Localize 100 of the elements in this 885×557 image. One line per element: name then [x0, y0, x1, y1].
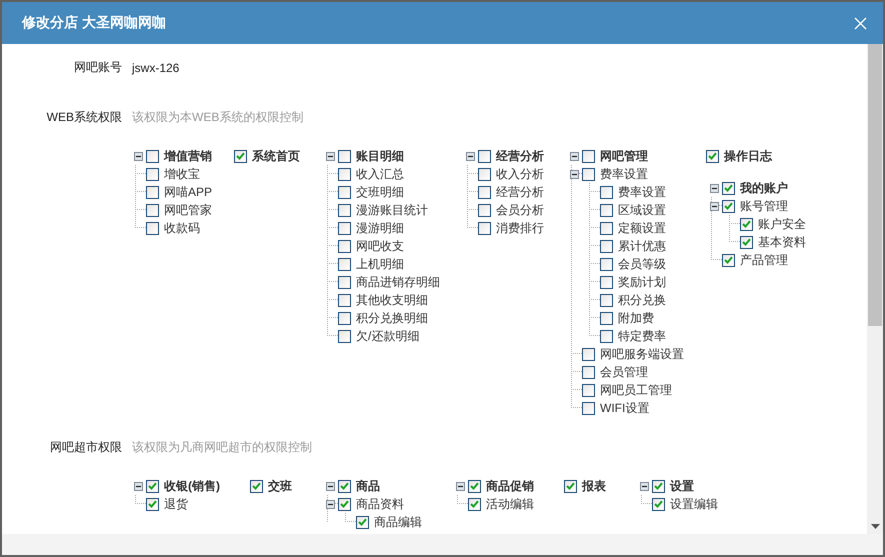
checkbox[interactable]: [234, 150, 248, 162]
checkbox[interactable]: [338, 498, 351, 510]
permission-label: 欠/还款明细: [356, 328, 420, 344]
checkbox[interactable]: [478, 168, 492, 180]
checkbox[interactable]: [468, 498, 481, 510]
checkbox[interactable]: [582, 366, 596, 378]
checkbox[interactable]: [338, 186, 352, 198]
collapse-icon[interactable]: [326, 500, 334, 508]
collapse-icon[interactable]: [326, 482, 334, 490]
checkbox[interactable]: [338, 222, 352, 234]
checkbox[interactable]: [600, 240, 614, 252]
checkbox[interactable]: [338, 294, 352, 306]
permission-label: 收入汇总: [356, 166, 404, 182]
permission-label: 网吧服务端设置: [600, 346, 684, 362]
checkbox[interactable]: [146, 186, 159, 198]
checkbox[interactable]: [356, 516, 369, 528]
checkbox[interactable]: [338, 480, 351, 492]
checkbox[interactable]: [338, 330, 352, 342]
checkbox[interactable]: [582, 348, 596, 360]
permission-label: 区域设置: [618, 202, 666, 218]
permission-label: 我的账户: [740, 180, 788, 196]
checkbox[interactable]: [338, 204, 352, 216]
permission-label: 活动编辑: [486, 496, 534, 512]
permission-label: 增收宝: [164, 166, 200, 182]
checkbox[interactable]: [652, 498, 665, 510]
checkbox[interactable]: [600, 186, 614, 198]
checkbox[interactable]: [338, 168, 352, 180]
collapse-icon[interactable]: [710, 202, 719, 210]
checkbox[interactable]: [478, 150, 492, 162]
checkbox[interactable]: [706, 150, 720, 162]
checkbox[interactable]: [564, 480, 577, 492]
checkbox[interactable]: [478, 186, 492, 198]
permission-label: 交班明细: [356, 184, 404, 200]
checkbox[interactable]: [600, 276, 614, 288]
collapse-icon[interactable]: [640, 482, 648, 490]
checkbox[interactable]: [582, 150, 596, 162]
checkbox[interactable]: [582, 384, 596, 396]
checkbox[interactable]: [600, 204, 614, 216]
permission-label: 退货: [164, 496, 188, 512]
checkbox[interactable]: [338, 258, 352, 270]
collapse-icon[interactable]: [466, 152, 475, 160]
permission-label: 积分兑换明细: [356, 310, 428, 326]
permission-label: 商品促销: [486, 478, 534, 494]
section-label: 网吧超市权限: [49, 439, 122, 456]
checkbox[interactable]: [250, 480, 263, 492]
permission-label: 账号管理: [740, 198, 788, 214]
checkbox[interactable]: [582, 168, 596, 180]
checkbox[interactable]: [146, 150, 159, 162]
checkbox[interactable]: [468, 480, 481, 492]
checkbox[interactable]: [146, 222, 159, 234]
permission-label: 网喵APP: [164, 184, 212, 200]
checkbox[interactable]: [600, 294, 614, 306]
checkbox[interactable]: [338, 150, 352, 162]
permission-label: 商品编辑: [374, 514, 422, 530]
collapse-icon[interactable]: [134, 152, 142, 160]
checkbox[interactable]: [722, 254, 736, 266]
collapse-icon[interactable]: [570, 152, 579, 160]
permission-label: 操作日志: [724, 148, 772, 164]
permission-label: 漫游账目统计: [356, 202, 428, 218]
collapse-icon[interactable]: [456, 482, 464, 490]
checkbox[interactable]: [740, 218, 754, 230]
collapse-icon[interactable]: [326, 152, 335, 160]
permission-label: WIFI设置: [600, 400, 650, 416]
checkbox[interactable]: [582, 402, 596, 414]
checkbox[interactable]: [722, 182, 736, 194]
scroll-down-icon[interactable]: [870, 524, 880, 529]
permission-label: 特定费率: [618, 328, 666, 344]
checkbox[interactable]: [740, 236, 754, 248]
permission-label: 增值营销: [164, 148, 212, 164]
checkbox[interactable]: [338, 312, 352, 324]
permission-label: 报表: [582, 478, 606, 494]
permission-label: 其他收支明细: [356, 292, 428, 308]
checkbox[interactable]: [600, 330, 614, 342]
section-hint: 该权限为凡商网吧超市的权限控制: [132, 439, 312, 456]
checkbox[interactable]: [478, 222, 492, 234]
checkbox[interactable]: [600, 258, 614, 270]
collapse-icon[interactable]: [570, 170, 579, 178]
permission-label: 漫游明细: [356, 220, 404, 236]
permission-label: 商品进销存明细: [356, 274, 440, 290]
permission-label: 消费排行: [496, 220, 544, 236]
checkbox[interactable]: [652, 480, 665, 492]
checkbox[interactable]: [338, 276, 352, 288]
checkbox[interactable]: [146, 498, 159, 510]
checkbox[interactable]: [146, 480, 159, 492]
scrollbar[interactable]: [867, 44, 883, 534]
checkbox[interactable]: [146, 204, 159, 216]
section-hint: 该权限为本WEB系统的权限控制: [132, 109, 304, 126]
permission-label: 费率设置: [600, 166, 648, 182]
permission-label: 上机明细: [356, 256, 404, 272]
collapse-icon[interactable]: [710, 184, 719, 192]
close-icon[interactable]: [854, 16, 867, 30]
checkbox[interactable]: [478, 204, 492, 216]
checkbox[interactable]: [600, 312, 614, 324]
collapse-icon[interactable]: [134, 482, 142, 490]
checkbox[interactable]: [338, 240, 352, 252]
window-title: 修改分店 大圣网咖网咖: [22, 14, 166, 32]
scrollbar-thumb[interactable]: [868, 44, 882, 326]
checkbox[interactable]: [146, 168, 159, 180]
checkbox[interactable]: [600, 222, 614, 234]
checkbox[interactable]: [722, 200, 736, 212]
